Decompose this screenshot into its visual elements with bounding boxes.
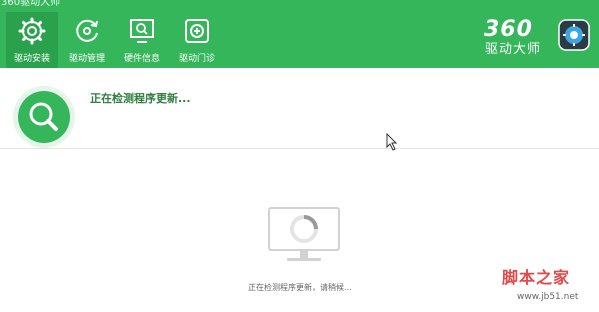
watermark-url: www.jb51.net bbox=[517, 292, 579, 302]
scan-panel bbox=[0, 68, 599, 149]
tab-label: 硬件信息 bbox=[123, 54, 160, 64]
logo-number: 360 bbox=[484, 17, 533, 42]
logo-name: 驱动大师 bbox=[485, 42, 542, 57]
search-icon bbox=[13, 86, 75, 148]
tab-driver-clinic[interactable]: 驱动门诊 bbox=[171, 12, 223, 68]
mouse-cursor-icon bbox=[386, 133, 398, 151]
scan-status-subtitle: 正在检测程序更新，请稍候... bbox=[248, 283, 352, 292]
watermark-text: 脚本之家 bbox=[502, 268, 571, 287]
tab-driver-install[interactable]: 驱动安装 bbox=[6, 12, 58, 68]
top-header: 360驱动大师 驱动安装 驱动管理 硬件信息 驱动门诊 360 驱动大师 bbox=[0, 0, 599, 68]
tab-label: 驱动门诊 bbox=[178, 54, 215, 64]
monitor-loading-icon bbox=[268, 207, 340, 261]
scan-status-title: 正在检测程序更新... bbox=[90, 92, 191, 105]
tab-label: 驱动安装 bbox=[13, 54, 50, 64]
refresh-icon bbox=[76, 19, 98, 42]
monitor-icon bbox=[130, 19, 154, 43]
gear-icon bbox=[18, 17, 46, 45]
tab-driver-manage[interactable]: 驱动管理 bbox=[61, 12, 113, 68]
brand-logo: 360 驱动大师 bbox=[484, 17, 554, 60]
tab-label: 驱动管理 bbox=[68, 54, 105, 64]
clinic-icon bbox=[185, 19, 209, 43]
tab-hardware-info[interactable]: 硬件信息 bbox=[116, 12, 168, 68]
app-logo-icon bbox=[558, 19, 590, 51]
window-title: 360驱动大师 bbox=[1, 0, 61, 8]
